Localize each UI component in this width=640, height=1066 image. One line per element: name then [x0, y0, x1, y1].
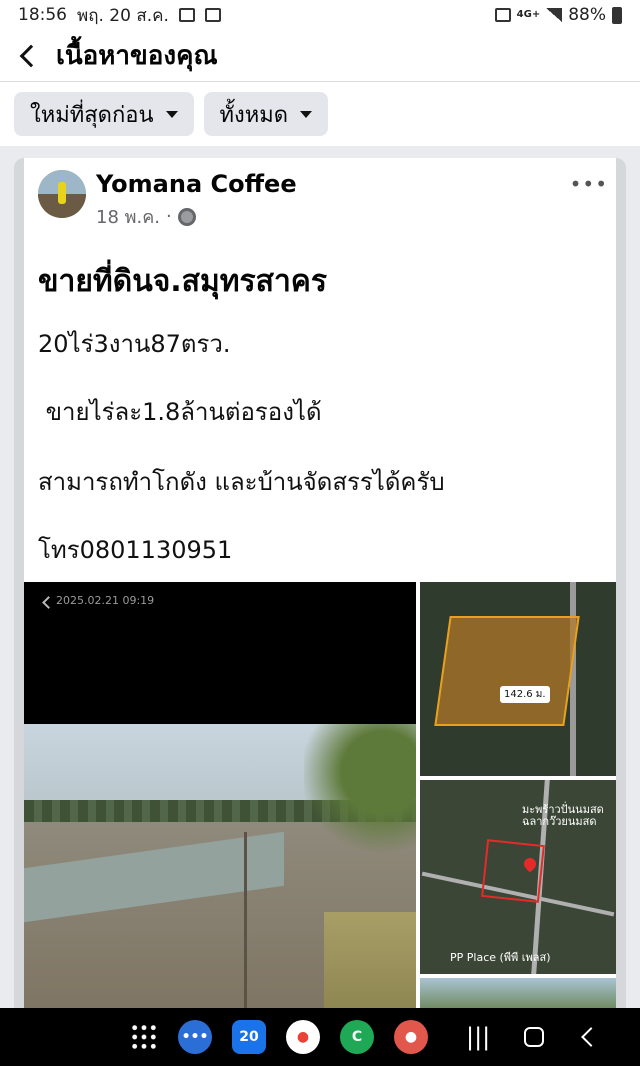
- home-button[interactable]: [524, 1027, 545, 1047]
- post-card: Yomana Coffee 18 พ.ค. · ••• ขายที่ดินจ.ส…: [24, 158, 616, 1018]
- post-text-line: 20ไร่3งาน87ตรว.: [38, 330, 231, 358]
- post-text-line: สามารถทำโกดัง และบ้านจัดสรรได้ครับ: [38, 468, 445, 496]
- post-text-line: โทร0801130951: [38, 536, 233, 564]
- status-date: พฤ. 20 ส.ค.: [77, 5, 169, 26]
- photo-map-location[interactable]: มะพร้าวปั่นนมสด ฉลากว๊วยนมสด PP Place (พ…: [420, 780, 616, 974]
- post-meta: 18 พ.ค. ·: [96, 202, 297, 231]
- status-bar: 18:56 พฤ. 20 ส.ค. 4G+ 88%: [0, 0, 640, 30]
- page-title: เนื้อหาของคุณ: [56, 41, 218, 71]
- post-title: ขายที่ดินจ.สมุทรสาคร: [38, 264, 327, 299]
- sort-filter-chip[interactable]: ใหม่ที่สุดก่อน: [14, 92, 194, 136]
- more-options-icon[interactable]: •••: [570, 172, 608, 196]
- chevron-left-icon: [19, 44, 43, 67]
- maps-app-icon[interactable]: ●: [286, 1020, 320, 1054]
- post-text-line: ขายไร่ละ1.8ล้านต่อรองได้: [38, 398, 322, 426]
- map-place-label: PP Place (พีพี เพลส): [450, 951, 551, 964]
- photo-land[interactable]: 2025.02.21 09:19: [24, 582, 416, 1018]
- globe-icon: [177, 207, 196, 226]
- recents-button[interactable]: |||: [466, 1023, 490, 1051]
- signal-icon: [546, 8, 563, 22]
- system-navbar: ••• 20 ● C ● |||: [0, 1008, 640, 1066]
- battery-percent: 88%: [568, 5, 606, 25]
- cassette-icon: [204, 8, 221, 22]
- plot-outline: [434, 616, 580, 726]
- app-header: เนื้อหาของคุณ: [0, 30, 640, 82]
- post-header: Yomana Coffee 18 พ.ค. ·: [38, 170, 598, 230]
- messages-app-icon[interactable]: •••: [178, 1020, 212, 1054]
- type-filter-chip[interactable]: ทั้งหมด: [203, 92, 329, 136]
- map-place-label: มะพร้าวปั่นนมสด ฉลากว๊วยนมสด: [522, 803, 604, 828]
- type-filter-label: ทั้งหมด: [219, 102, 289, 128]
- network-type: 4G+: [516, 9, 541, 20]
- photo-grid: 2025.02.21 09:19 142.6 ม. มะพร้าวปั่นนมส…: [24, 582, 616, 1018]
- status-time: 18:56: [18, 5, 67, 25]
- photo-timestamp: 2025.02.21 09:19: [56, 594, 155, 607]
- feed: Yomana Coffee 18 พ.ค. · ••• ขายที่ดินจ.ส…: [0, 146, 640, 1018]
- battery-icon: [612, 6, 622, 24]
- calendar-app-icon[interactable]: 20: [232, 1020, 266, 1054]
- phone-app-icon[interactable]: C: [340, 1020, 374, 1054]
- post-date[interactable]: 18 พ.ค.: [96, 202, 160, 231]
- page-name[interactable]: Yomana Coffee: [96, 170, 297, 198]
- gallery-icon: [178, 8, 195, 22]
- system-back-button[interactable]: [581, 1027, 602, 1047]
- plot-outline: [481, 839, 545, 903]
- back-button[interactable]: [0, 30, 56, 82]
- app-drawer-icon[interactable]: [130, 1023, 158, 1051]
- caret-down-icon: [165, 110, 178, 118]
- avatar[interactable]: [38, 170, 86, 218]
- battery-saver-icon: [494, 8, 511, 22]
- caret-down-icon: [300, 110, 313, 118]
- photo-satellite-plot[interactable]: 142.6 ม.: [420, 582, 616, 776]
- calendar-day: 20: [239, 1029, 259, 1045]
- map-distance-label: 142.6 ม.: [500, 686, 550, 703]
- meta-separator: ·: [165, 206, 172, 227]
- contacts-app-icon[interactable]: ●: [394, 1020, 428, 1054]
- sort-filter-label: ใหม่ที่สุดก่อน: [30, 102, 154, 128]
- filter-row: ใหม่ที่สุดก่อน ทั้งหมด: [0, 82, 640, 146]
